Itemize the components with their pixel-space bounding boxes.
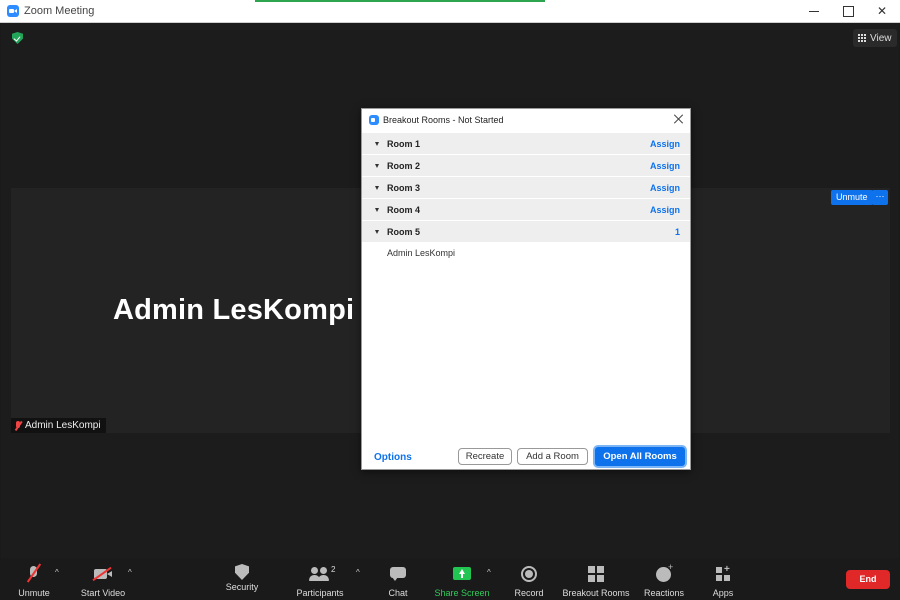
reactions-icon xyxy=(653,562,675,586)
assign-link[interactable]: Assign xyxy=(650,161,680,171)
mic-muted-icon xyxy=(14,420,22,431)
breakout-rooms-dialog: Breakout Rooms - Not Started Room 1 Assi… xyxy=(361,108,691,470)
participants-count: 2 xyxy=(331,565,336,574)
room-name: Room 2 xyxy=(387,161,421,171)
share-screen-icon xyxy=(451,564,473,586)
zoom-app-icon xyxy=(369,115,379,125)
dialog-title: Breakout Rooms - Not Started xyxy=(383,115,504,125)
view-button[interactable]: View xyxy=(853,29,897,47)
add-room-button[interactable]: Add a Room xyxy=(517,448,588,465)
minimize-button[interactable] xyxy=(797,0,831,23)
room-name: Room 5 xyxy=(387,227,421,237)
unmute-label: Unmute xyxy=(18,588,50,598)
breakout-rooms-label: Breakout Rooms xyxy=(562,588,630,598)
dialog-titlebar: Breakout Rooms - Not Started xyxy=(362,109,690,131)
record-icon xyxy=(518,564,540,586)
room-row-1[interactable]: Room 1 Assign xyxy=(362,133,690,155)
apps-icon xyxy=(712,564,734,586)
security-label: Security xyxy=(225,582,259,592)
encryption-shield-icon[interactable] xyxy=(12,32,23,44)
participant-name-tag: Admin LesKompi xyxy=(11,418,106,433)
room-list: Room 1 Assign Room 2 Assign Room 3 Assig… xyxy=(362,133,690,261)
sharing-indicator-strip xyxy=(255,0,545,2)
room-member-count: 1 xyxy=(674,227,680,237)
window-title: Zoom Meeting xyxy=(24,5,95,17)
room-name: Room 4 xyxy=(387,205,421,215)
maximize-button[interactable] xyxy=(831,0,865,23)
participant-display-name: Admin LesKompi xyxy=(113,294,355,326)
caret-down-icon[interactable] xyxy=(375,142,379,146)
video-off-icon xyxy=(92,564,114,586)
caret-down-icon[interactable] xyxy=(375,208,379,212)
assign-link[interactable]: Assign xyxy=(650,139,680,149)
breakout-rooms-icon xyxy=(585,564,607,586)
shield-icon xyxy=(235,564,249,580)
room-name: Room 3 xyxy=(387,183,421,193)
breakout-rooms-button[interactable]: Breakout Rooms xyxy=(562,558,630,600)
room-name: Room 1 xyxy=(387,139,421,149)
caret-down-icon[interactable] xyxy=(375,164,379,168)
options-link[interactable]: Options xyxy=(374,452,412,463)
dialog-footer: Options Recreate Add a Room Open All Roo… xyxy=(362,444,690,470)
room-row-5[interactable]: Room 5 1 xyxy=(362,221,690,243)
caret-down-icon[interactable] xyxy=(375,186,379,190)
tile-unmute-button[interactable]: Unmute xyxy=(831,190,873,205)
share-screen-button[interactable]: Share Screen xyxy=(434,558,490,600)
share-screen-label: Share Screen xyxy=(434,588,490,598)
participants-label: Participants xyxy=(296,588,344,598)
assign-link[interactable]: Assign xyxy=(650,205,680,215)
room-row-4[interactable]: Room 4 Assign xyxy=(362,199,690,221)
recreate-button[interactable]: Recreate xyxy=(458,448,512,465)
name-tag-label: Admin LesKompi xyxy=(25,420,101,431)
chat-icon xyxy=(387,564,409,586)
start-video-label: Start Video xyxy=(80,588,126,598)
open-all-rooms-button[interactable]: Open All Rooms xyxy=(593,445,687,468)
apps-button[interactable]: Apps xyxy=(709,558,737,600)
reactions-button[interactable]: Reactions xyxy=(643,558,685,600)
record-button[interactable]: Record xyxy=(512,558,546,600)
chat-label: Chat xyxy=(388,588,408,598)
grid-view-icon xyxy=(858,34,866,42)
mic-muted-icon xyxy=(23,564,45,586)
tile-more-button[interactable]: ··· xyxy=(872,190,888,205)
participants-button[interactable]: Participants xyxy=(293,558,347,600)
zoom-app-icon xyxy=(7,5,19,17)
caret-down-icon[interactable] xyxy=(375,230,379,234)
meeting-toolbar: Unmute ^ Start Video ^ Security Particip… xyxy=(1,558,899,600)
close-window-button[interactable]: ✕ xyxy=(865,0,899,23)
security-button[interactable]: Security xyxy=(222,558,262,600)
share-options-caret[interactable]: ^ xyxy=(487,568,491,577)
end-meeting-button[interactable]: End xyxy=(846,570,890,589)
participants-options-caret[interactable]: ^ xyxy=(356,568,360,577)
reactions-label: Reactions xyxy=(643,588,685,598)
member-name: Admin LesKompi xyxy=(387,248,456,258)
unmute-button[interactable]: Unmute xyxy=(14,558,54,600)
record-label: Record xyxy=(514,588,544,598)
apps-label: Apps xyxy=(712,588,734,598)
window-titlebar: Zoom Meeting ✕ xyxy=(0,0,900,23)
room-row-2[interactable]: Room 2 Assign xyxy=(362,155,690,177)
room-member[interactable]: Admin LesKompi xyxy=(362,243,690,261)
room-row-3[interactable]: Room 3 Assign xyxy=(362,177,690,199)
view-label: View xyxy=(870,32,892,44)
start-video-button[interactable]: Start Video xyxy=(79,558,127,600)
assign-link[interactable]: Assign xyxy=(650,183,680,193)
audio-options-caret[interactable]: ^ xyxy=(55,568,59,577)
close-icon[interactable] xyxy=(672,113,686,127)
participants-icon xyxy=(309,564,331,586)
video-options-caret[interactable]: ^ xyxy=(128,568,132,577)
chat-button[interactable]: Chat xyxy=(383,558,413,600)
